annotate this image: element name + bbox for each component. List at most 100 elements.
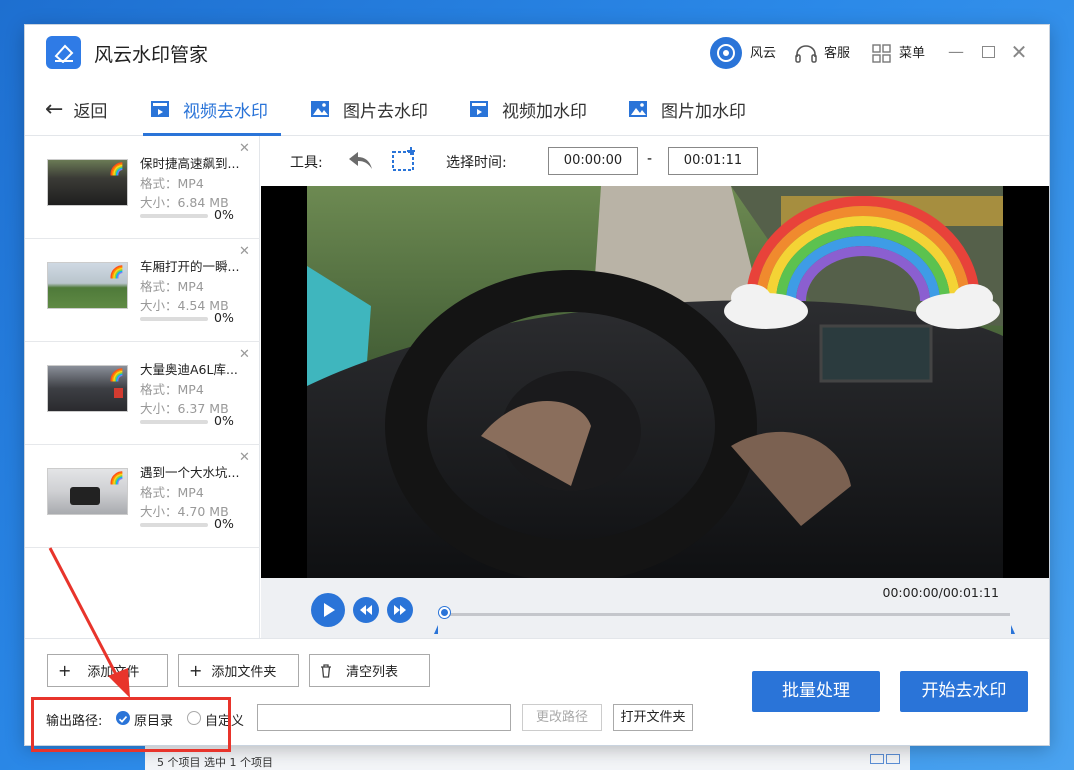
brand-logo-icon[interactable] xyxy=(710,37,742,69)
video-thumbnail: 🌈 xyxy=(47,262,128,309)
tool-row: 工具: 选择时间: 00:00:00 - 00:01:11 xyxy=(261,136,1049,186)
batch-process-button[interactable]: 批量处理 xyxy=(752,671,880,712)
tab-label: 视频去水印 xyxy=(183,101,268,122)
seek-track[interactable] xyxy=(445,613,1010,616)
close-icon[interactable]: ✕ xyxy=(239,141,250,156)
details-view-icon[interactable] xyxy=(870,754,884,764)
list-item[interactable]: 🌈 车厢打开的一瞬... 格式：MP4 大小：4.54 MB 0% ✕ xyxy=(25,239,260,342)
tab-video-remove[interactable]: 视频去水印 xyxy=(150,94,268,124)
video-preview[interactable] xyxy=(261,186,1049,578)
file-format: 格式：MP4 xyxy=(140,485,204,500)
video-thumbnail: 🌈 xyxy=(47,468,128,515)
end-marker-icon[interactable] xyxy=(1006,622,1016,634)
file-format: 格式：MP4 xyxy=(140,176,204,191)
rainbow-icon: 🌈 xyxy=(109,471,124,485)
brand-label[interactable]: 风云 xyxy=(750,42,776,61)
progress-bar xyxy=(140,214,208,218)
close-icon[interactable]: ✕ xyxy=(239,244,250,259)
start-time-input[interactable]: 00:00:00 xyxy=(548,147,638,175)
file-list: 🌈 保时捷高速飙到... 格式：MP4 大小：6.84 MB 0% ✕ 🌈 车厢… xyxy=(25,136,260,638)
add-file-button[interactable]: + 添加文件 xyxy=(47,654,168,687)
list-item[interactable]: 🌈 保时捷高速飙到... 格式：MP4 大小：6.84 MB 0% ✕ xyxy=(25,136,260,239)
tab-label: 图片去水印 xyxy=(343,101,428,122)
list-item[interactable]: 🌈 遇到一个大水坑... 格式：MP4 大小：4.70 MB 0% ✕ xyxy=(25,445,260,548)
app-title: 风云水印管家 xyxy=(94,44,209,66)
tab-label: 图片加水印 xyxy=(661,101,746,122)
progress-bar xyxy=(140,317,208,321)
file-name: 大量奥迪A6L库... xyxy=(140,362,238,377)
app-window: 风云水印管家 风云 客服 菜单 — ✕ ← 返回 视频去水印 图片去水印 视频加… xyxy=(25,25,1049,745)
explorer-status-text: 5 个项目 选中 1 个项目 xyxy=(157,756,273,769)
minimize-icon[interactable]: — xyxy=(947,43,965,61)
open-folder-button[interactable]: 打开文件夹 xyxy=(613,704,693,731)
progress-text: 0% xyxy=(214,207,234,222)
playback-bar: 00:00:00/00:01:11 xyxy=(261,578,1049,638)
progress-text: 0% xyxy=(214,413,234,428)
arrow-left-icon: ← xyxy=(45,96,64,122)
rainbow-icon: 🌈 xyxy=(109,265,124,279)
image-icon xyxy=(311,101,329,117)
rewind-button[interactable] xyxy=(353,597,379,623)
start-marker-icon[interactable] xyxy=(433,622,443,634)
change-path-button[interactable]: 更改路径 xyxy=(522,704,602,731)
progress-text: 0% xyxy=(214,310,234,325)
tab-image-add[interactable]: 图片加水印 xyxy=(628,94,746,124)
clear-list-label: 清空列表 xyxy=(346,665,399,680)
service-label[interactable]: 客服 xyxy=(824,42,850,61)
time-label: 选择时间: xyxy=(446,155,507,171)
play-icon xyxy=(324,603,335,617)
file-format: 格式：MP4 xyxy=(140,382,204,397)
output-path-input[interactable] xyxy=(257,704,511,731)
plus-icon: + xyxy=(58,661,72,680)
progress-bar xyxy=(140,523,208,527)
file-name: 车厢打开的一瞬... xyxy=(140,259,240,274)
file-name: 遇到一个大水坑... xyxy=(140,465,240,480)
nav-bar: ← 返回 视频去水印 图片去水印 视频加水印 图片加水印 xyxy=(25,81,1049,136)
fast-forward-icon xyxy=(394,605,406,615)
tab-label: 视频加水印 xyxy=(502,101,587,122)
tab-video-add[interactable]: 视频加水印 xyxy=(469,94,587,124)
maximize-icon[interactable] xyxy=(979,43,997,61)
file-name: 保时捷高速飙到... xyxy=(140,156,240,171)
add-folder-button[interactable]: + 添加文件夹 xyxy=(178,654,299,687)
selection-rect-icon[interactable] xyxy=(391,146,417,172)
annotation-highlight-box xyxy=(31,697,231,752)
view-toggle[interactable] xyxy=(868,754,902,766)
menu-label[interactable]: 菜单 xyxy=(899,42,925,61)
trash-icon xyxy=(321,663,331,678)
image-icon xyxy=(629,101,647,117)
close-icon[interactable]: ✕ xyxy=(1010,42,1028,62)
timecode: 00:00:00/00:01:11 xyxy=(882,585,1000,600)
time-separator: - xyxy=(647,151,653,167)
back-button[interactable]: ← 返回 xyxy=(45,94,107,124)
video-icon xyxy=(151,101,169,117)
video-frame xyxy=(307,186,1003,578)
tab-image-remove[interactable]: 图片去水印 xyxy=(310,94,428,124)
progress-text: 0% xyxy=(214,516,234,531)
clear-list-button[interactable]: 清空列表 xyxy=(309,654,430,687)
close-icon[interactable]: ✕ xyxy=(239,347,250,362)
menu-grid-icon[interactable] xyxy=(872,44,892,64)
rainbow-icon: 🌈 xyxy=(109,162,124,176)
headset-icon[interactable] xyxy=(794,44,818,64)
back-label: 返回 xyxy=(73,101,108,122)
title-bar: 风云水印管家 风云 客服 菜单 — ✕ xyxy=(25,25,1049,81)
undo-icon[interactable] xyxy=(346,148,374,172)
explorer-status-bar: 5 个项目 选中 1 个项目 xyxy=(145,745,910,770)
close-icon[interactable]: ✕ xyxy=(239,450,250,465)
add-folder-label: 添加文件夹 xyxy=(211,665,277,680)
add-file-label: 添加文件 xyxy=(87,665,140,680)
app-logo-icon xyxy=(46,36,81,69)
tiles-view-icon[interactable] xyxy=(886,754,900,764)
start-remove-button[interactable]: 开始去水印 xyxy=(900,671,1028,712)
plus-icon: + xyxy=(189,661,203,680)
rewind-icon xyxy=(360,605,372,615)
end-time-input[interactable]: 00:01:11 xyxy=(668,147,758,175)
seek-handle[interactable] xyxy=(439,607,450,618)
video-icon xyxy=(470,101,488,117)
play-button[interactable] xyxy=(311,593,345,627)
video-thumbnail: 🌈 xyxy=(47,159,128,206)
tools-label: 工具: xyxy=(290,155,323,171)
list-item[interactable]: 🌈 大量奥迪A6L库... 格式：MP4 大小：6.37 MB 0% ✕ xyxy=(25,342,260,445)
fast-forward-button[interactable] xyxy=(387,597,413,623)
